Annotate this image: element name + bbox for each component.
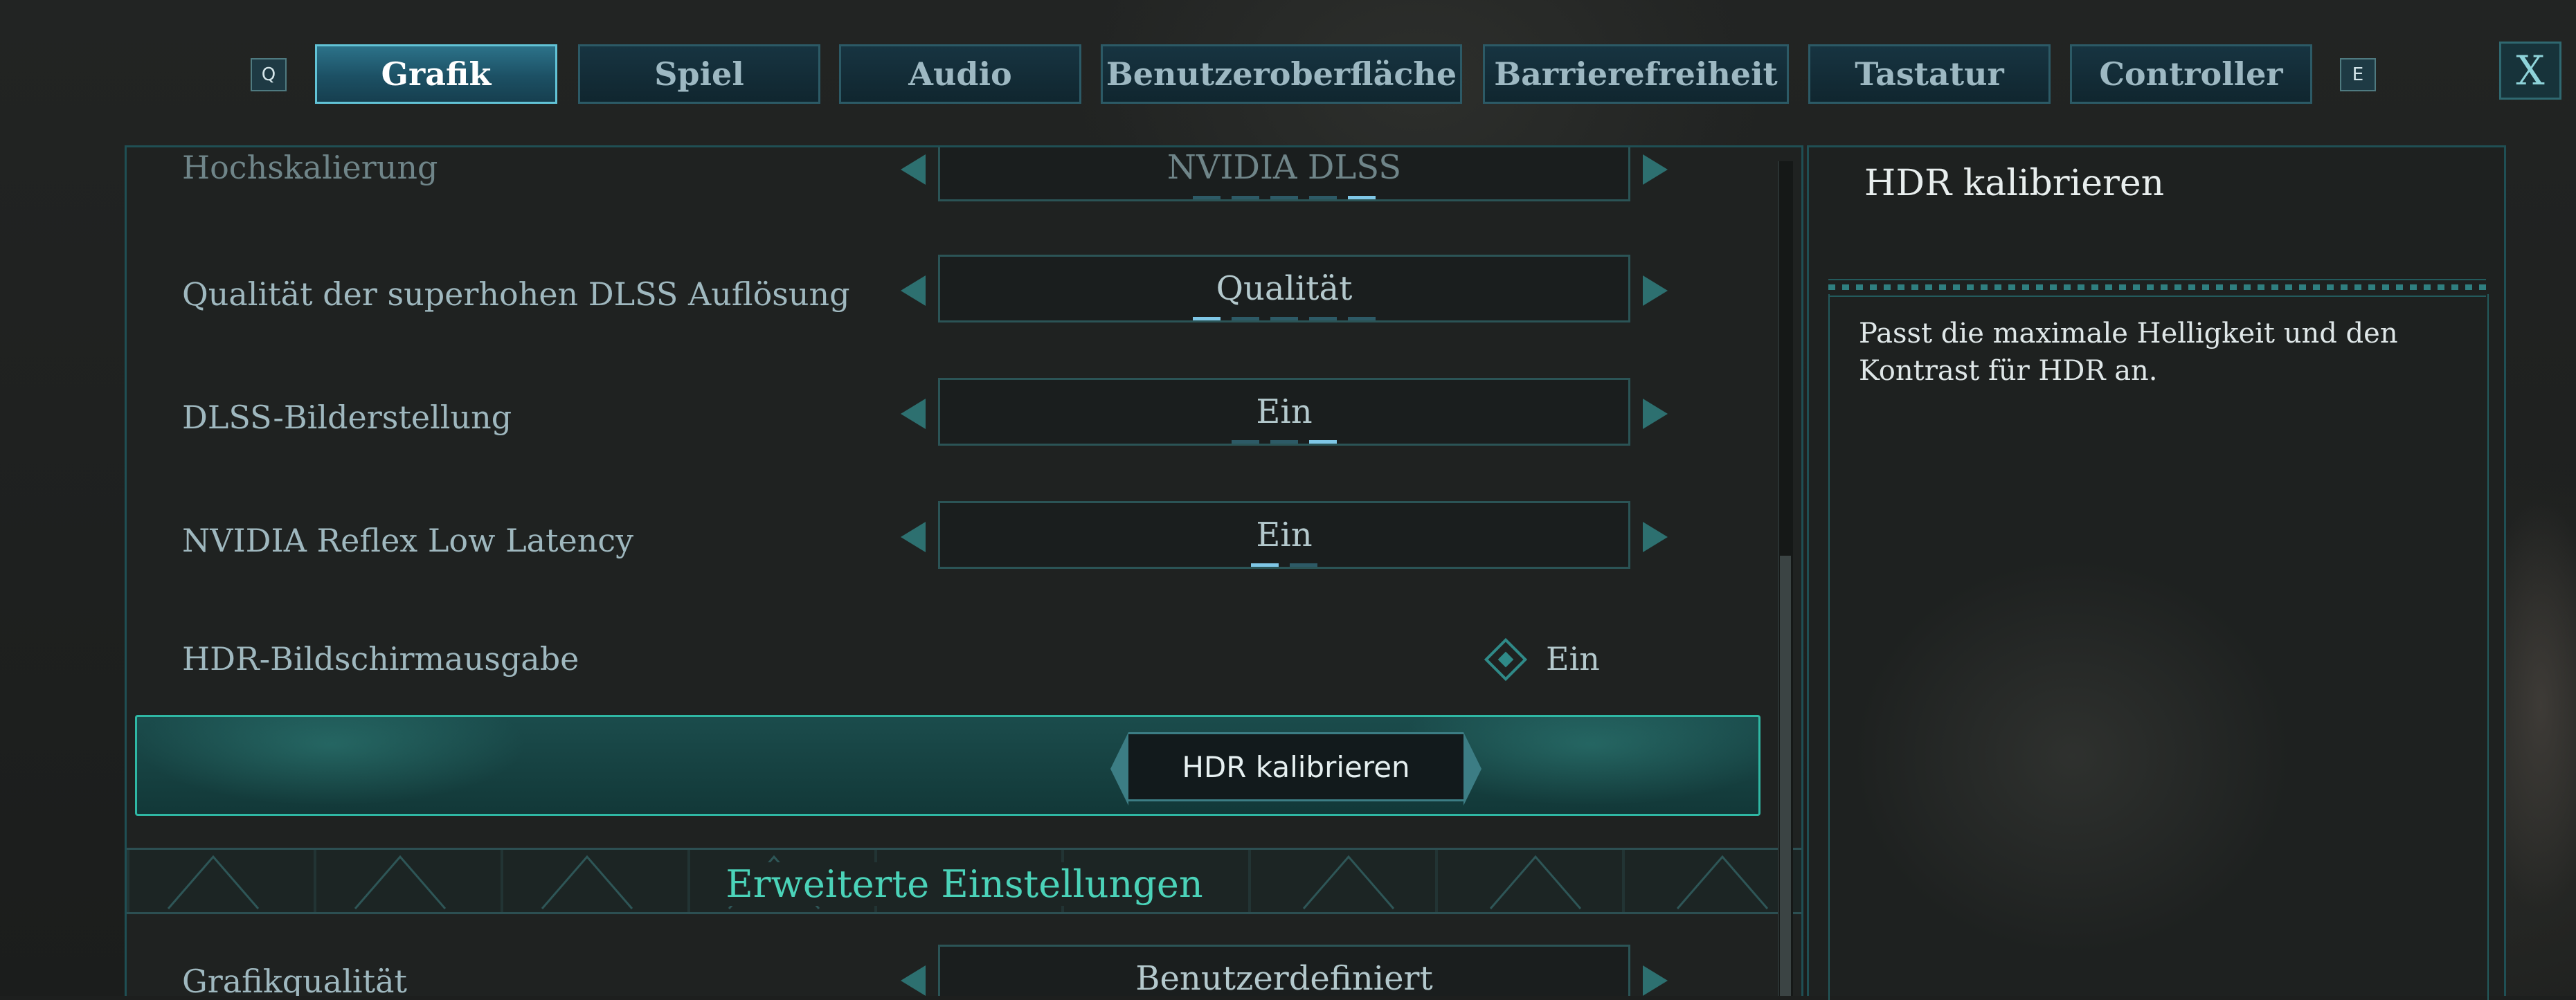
advanced-settings-header: Erweiterte Einstellungen: [127, 848, 1801, 914]
setting-label: DLSS-Bilderstellung: [182, 399, 512, 436]
description-panel: HDR kalibrieren Passt die maximale Helli…: [1807, 145, 2506, 1000]
setting-value: Qualität: [938, 255, 1630, 322]
arrow-left-icon[interactable]: [901, 399, 926, 429]
arrow-right-icon[interactable]: [1643, 275, 1668, 306]
arrow-right-icon[interactable]: [1643, 154, 1668, 185]
setting-label: HDR-Bildschirmausgabe: [182, 640, 579, 678]
next-tab-key-hint[interactable]: E: [2340, 58, 2376, 91]
option-indicator: [938, 440, 1630, 444]
description-frame: [1828, 294, 2489, 1000]
option-indicator: [938, 196, 1630, 200]
tab-audio[interactable]: Audio: [839, 44, 1081, 104]
close-button[interactable]: X: [2499, 42, 2561, 100]
tab-bar: Q Grafik Spiel Audio Benutzeroberfläche …: [0, 42, 2576, 109]
arrow-left-icon[interactable]: [901, 154, 926, 185]
section-title: Erweiterte Einstellungen: [705, 862, 1224, 906]
description-title: HDR kalibrieren: [1864, 163, 2165, 204]
hdr-calibrate-button[interactable]: HDR kalibrieren: [1110, 732, 1481, 806]
option-indicator: [938, 563, 1630, 567]
settings-panel: Hochskalierung NVIDIA DLSS Qualität der …: [125, 145, 1803, 996]
hdr-calibrate-row[interactable]: HDR kalibrieren: [135, 715, 1760, 816]
arrow-left-icon[interactable]: [901, 275, 926, 306]
description-text: Passt die maximale Helligkeit und den Ko…: [1859, 318, 2398, 387]
setting-label: Hochskalierung: [182, 149, 438, 186]
setting-value: Ein: [938, 501, 1630, 569]
setting-label: NVIDIA Reflex Low Latency: [182, 522, 634, 559]
tab-tastatur[interactable]: Tastatur: [1808, 44, 2051, 104]
diamond-toggle-icon[interactable]: [1484, 637, 1528, 682]
arrow-right-icon[interactable]: [1643, 522, 1668, 552]
scrollbar-thumb[interactable]: [1780, 556, 1791, 996]
tab-barrierefreiheit[interactable]: Barrierefreiheit: [1483, 44, 1789, 104]
setting-value: Ein: [938, 378, 1630, 446]
setting-value: Benutzerdefiniert: [938, 945, 1630, 996]
tab-grafik[interactable]: Grafik: [315, 44, 557, 104]
setting-row-hdr-output[interactable]: HDR-Bildschirmausgabe Ein: [127, 625, 1801, 694]
tab-controller[interactable]: Controller: [2070, 44, 2312, 104]
tab-benutzeroberflaeche[interactable]: Benutzeroberfläche: [1101, 44, 1462, 104]
arrow-left-icon[interactable]: [901, 965, 926, 996]
setting-value: NVIDIA DLSS: [938, 147, 1630, 201]
arrow-right-icon[interactable]: [1643, 965, 1668, 996]
toggle-value: Ein: [1546, 640, 1600, 678]
setting-label: Grafikqualität: [182, 963, 408, 996]
prev-tab-key-hint[interactable]: Q: [251, 58, 287, 91]
tab-spiel[interactable]: Spiel: [578, 44, 820, 104]
arrow-left-icon[interactable]: [901, 522, 926, 552]
option-indicator: [938, 317, 1630, 321]
setting-label: Qualität der superhohen DLSS Auflösung: [182, 275, 850, 313]
arrow-right-icon[interactable]: [1643, 399, 1668, 429]
